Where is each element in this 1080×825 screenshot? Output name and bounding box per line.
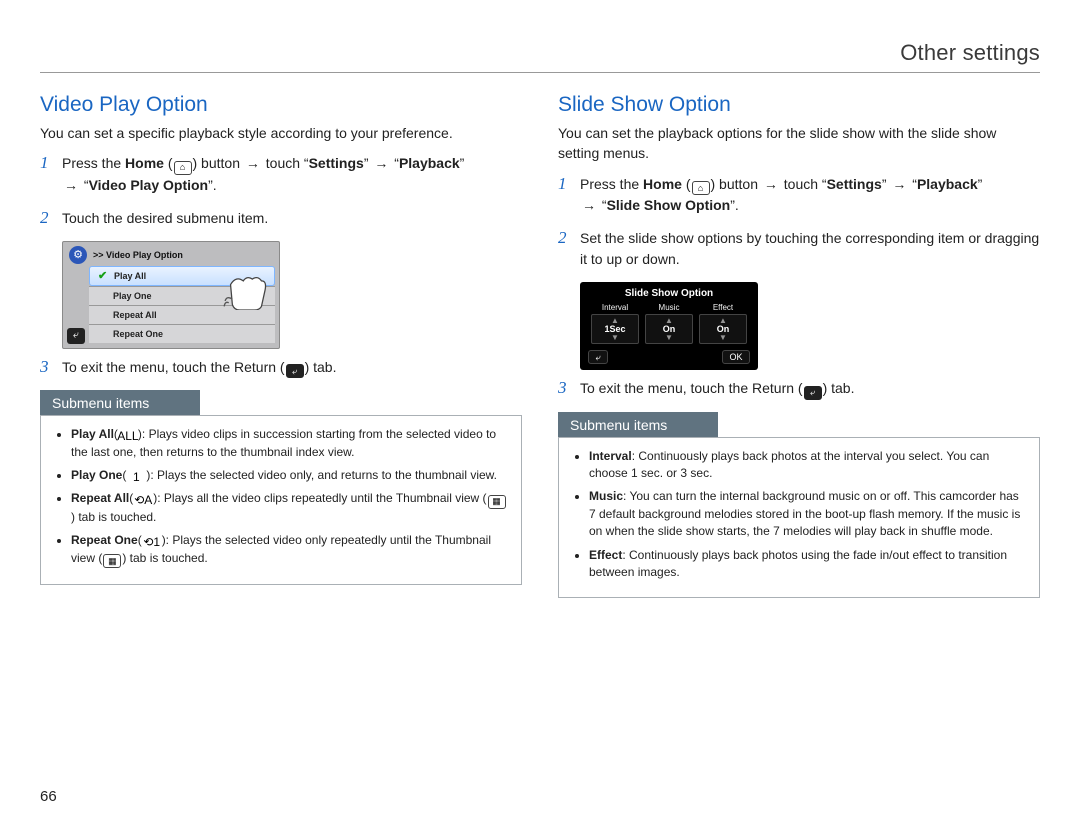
submenu-items-box: Interval: Continuously plays back photos… bbox=[558, 437, 1040, 599]
home-icon: ⌂ bbox=[174, 161, 192, 175]
submenu-desc-play-one: Play One(1): Plays the selected video on… bbox=[71, 467, 509, 484]
page-number: 66 bbox=[40, 788, 57, 805]
submenu-play-one[interactable]: Play One bbox=[89, 286, 275, 305]
step-number: 2 bbox=[40, 208, 52, 229]
step-number: 2 bbox=[558, 228, 570, 270]
intro-vpo: You can set a specific playback style ac… bbox=[40, 123, 522, 143]
sso-screen-title: Slide Show Option bbox=[588, 288, 750, 299]
step-3-text: To exit the menu, touch the Return (⤶) t… bbox=[62, 357, 522, 379]
arrow-icon: → bbox=[62, 177, 80, 193]
arrow-icon: → bbox=[762, 176, 780, 192]
step-number: 1 bbox=[558, 174, 570, 217]
check-icon: ✔ bbox=[98, 271, 108, 281]
slide-show-option-section: Slide Show Option You can set the playba… bbox=[558, 91, 1040, 598]
section-title-sso: Slide Show Option bbox=[558, 93, 1040, 117]
return-button[interactable]: ⤶ bbox=[588, 350, 608, 364]
step-3-text: To exit the menu, touch the Return (⤶) t… bbox=[580, 378, 1040, 400]
submenu-desc-interval: Interval: Continuously plays back photos… bbox=[589, 448, 1027, 483]
submenu-desc-effect: Effect: Continuously plays back photos u… bbox=[589, 547, 1027, 582]
thumbnail-icon: ▦ bbox=[488, 495, 506, 509]
video-play-option-section: Video Play Option You can set a specific… bbox=[40, 91, 522, 598]
submenu-play-all[interactable]: ✔ Play All bbox=[89, 266, 275, 286]
home-icon: ⌂ bbox=[692, 181, 710, 195]
step-2-text: Set the slide show options by touching t… bbox=[580, 228, 1040, 270]
ok-button[interactable]: OK bbox=[722, 350, 750, 364]
play-all-icon: ALL bbox=[119, 429, 137, 443]
thumbnail-icon: ▦ bbox=[103, 554, 121, 568]
breadcrumb: >> Video Play Option bbox=[93, 250, 183, 260]
chevron-down-icon: ▼ bbox=[719, 334, 727, 341]
submenu-desc-repeat-all: Repeat All(⟲A): Plays all the video clip… bbox=[71, 490, 509, 526]
video-play-option-screenshot: ⚙ >> Video Play Option ✔ Play All Play O… bbox=[62, 241, 280, 349]
step-2-text: Touch the desired submenu item. bbox=[62, 208, 522, 229]
play-one-icon: 1 bbox=[127, 470, 145, 484]
intro-sso: You can set the playback options for the… bbox=[558, 123, 1040, 164]
section-title-vpo: Video Play Option bbox=[40, 93, 522, 117]
step-number: 3 bbox=[558, 378, 570, 400]
step-1-text: Press the Home (⌂) button → touch “Setti… bbox=[580, 174, 1040, 217]
chevron-down-icon: ▼ bbox=[611, 334, 619, 341]
submenu-items-box: Play All(ALL): Plays video clips in succ… bbox=[40, 415, 522, 585]
arrow-icon: → bbox=[372, 155, 390, 171]
submenu-repeat-all[interactable]: Repeat All bbox=[89, 305, 275, 324]
arrow-icon: → bbox=[244, 155, 262, 171]
sso-col-music[interactable]: Music ▲On▼ bbox=[642, 303, 696, 346]
step-number: 1 bbox=[40, 153, 52, 196]
submenu-items-header: Submenu items bbox=[558, 412, 718, 438]
return-button[interactable]: ⤶ bbox=[67, 328, 85, 344]
globe-icon: ⚙ bbox=[69, 246, 87, 264]
chevron-up-icon: ▲ bbox=[665, 317, 673, 324]
arrow-icon: → bbox=[890, 176, 908, 192]
page-header: Other settings bbox=[40, 40, 1040, 73]
slide-show-option-screenshot: Slide Show Option Interval ▲1Sec▼ Music … bbox=[580, 282, 758, 370]
sso-col-interval[interactable]: Interval ▲1Sec▼ bbox=[588, 303, 642, 346]
return-icon: ⤶ bbox=[286, 364, 304, 378]
submenu-desc-repeat-one: Repeat One(⟲1): Plays the selected video… bbox=[71, 532, 509, 568]
step-1-text: Press the Home (⌂) button → touch “Setti… bbox=[62, 153, 522, 196]
return-icon: ⤶ bbox=[804, 386, 822, 400]
submenu-desc-music: Music: You can turn the internal backgro… bbox=[589, 488, 1027, 540]
repeat-all-icon: ⟲A bbox=[134, 493, 152, 507]
submenu-items-header: Submenu items bbox=[40, 390, 200, 416]
chevron-down-icon: ▼ bbox=[665, 334, 673, 341]
sso-col-effect[interactable]: Effect ▲On▼ bbox=[696, 303, 750, 346]
chevron-up-icon: ▲ bbox=[719, 317, 727, 324]
arrow-icon: → bbox=[580, 197, 598, 213]
step-number: 3 bbox=[40, 357, 52, 379]
repeat-one-icon: ⟲1 bbox=[143, 535, 161, 549]
chevron-up-icon: ▲ bbox=[611, 317, 619, 324]
submenu-repeat-one[interactable]: Repeat One bbox=[89, 324, 275, 343]
submenu-desc-play-all: Play All(ALL): Plays video clips in succ… bbox=[71, 426, 509, 461]
